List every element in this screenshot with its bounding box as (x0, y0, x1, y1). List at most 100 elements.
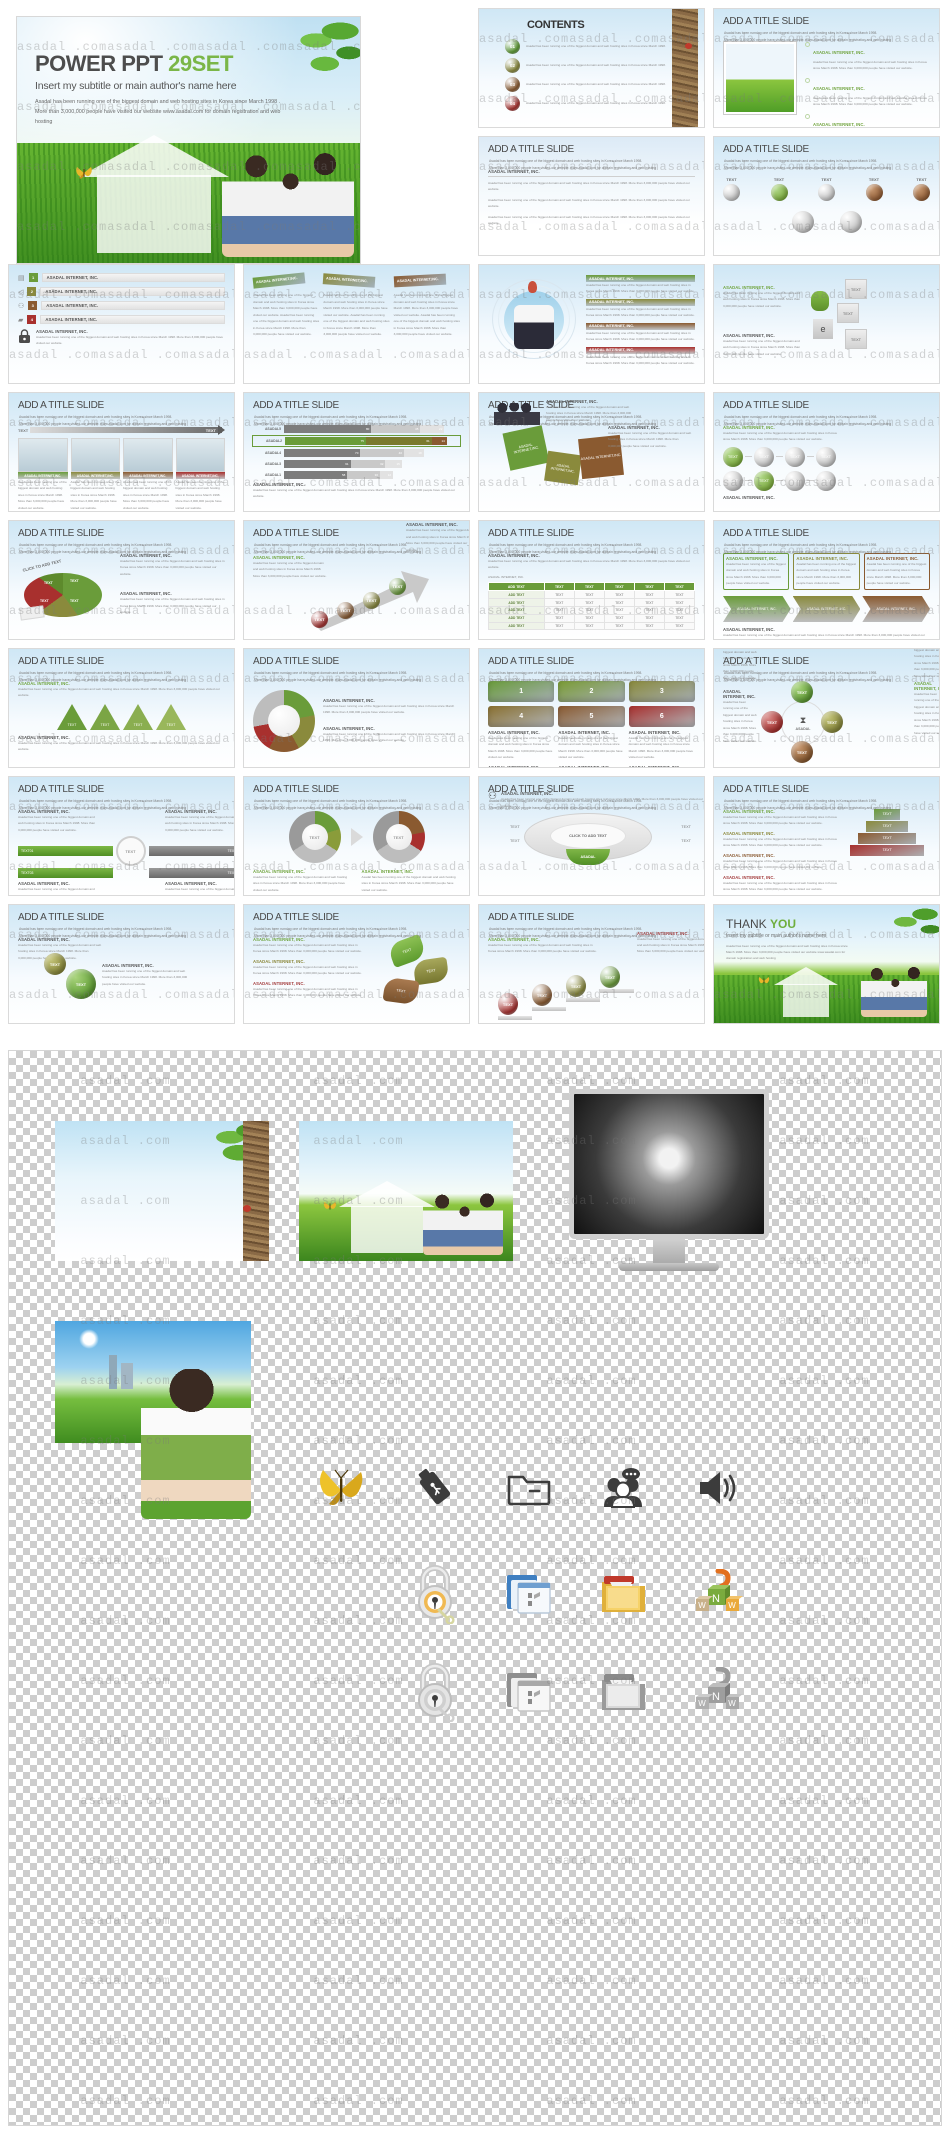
slide-data-table[interactable]: ADD A TITLE SLIDE Asadal has been runnin… (478, 520, 705, 640)
slide-bar-chart[interactable]: ADD A TITLE SLIDE Asadal has been runnin… (243, 392, 470, 512)
chevron-callout[interactable]: ASADAL INTERNET, INC. Asadal has been run… (863, 553, 930, 590)
slide-two-donuts[interactable]: ADD A TITLE SLIDE Asadal has been runnin… (243, 776, 470, 896)
gray-document-icon[interactable] (577, 1649, 669, 1735)
padlock-gray-icon[interactable] (389, 1649, 481, 1735)
number-box[interactable]: 5 (558, 706, 625, 727)
photo-card[interactable]: ASADAL INTERNET,INC. Asadal has been runn… (18, 438, 68, 511)
slide-pyramid[interactable]: ADD A TITLE SLIDE Asadal has been runnin… (713, 776, 940, 896)
slide-triangles[interactable]: ADD A TITLE SLIDE Asadal has been runnin… (8, 648, 235, 768)
butterfly-icon[interactable] (295, 1445, 387, 1531)
numbered-row[interactable]: ▤ 1 ASADAL INTERNET, INC. (18, 273, 225, 282)
slide-puzzle[interactable]: ADD A TITLE SLIDE Asadal has been runnin… (478, 392, 705, 512)
chain-node[interactable]: TEXT (723, 470, 743, 491)
chevron-step[interactable]: ASADAL INTERNET, INC. (792, 595, 861, 622)
bar-row[interactable]: ASADAL1 58 30 12 (253, 471, 460, 479)
photo-card[interactable]: ASADAL INTERNET,INC. Asadal has been runn… (123, 438, 173, 511)
chain-node[interactable]: TEXT (723, 446, 743, 467)
slide-image-bullets[interactable]: ADD A TITLE SLIDE Asadal has been runnin… (713, 8, 940, 128)
tilted-card[interactable]: ASADAL INTERNET,INC. Asadal has been runn… (393, 273, 460, 338)
slide-node-chain[interactable]: ADD A TITLE SLIDE Asadal has been runnin… (713, 392, 940, 512)
slide-contents[interactable]: CONTENTS 01 Asadal has been running one o… (478, 8, 705, 128)
contents-item[interactable]: 04 Asadal has been running one of the big… (505, 96, 668, 111)
slide-team-circle[interactable]: ASADAL INTERNET, INC. Asadal has been run… (478, 264, 705, 384)
colored-label-item[interactable]: ASADAL INTERNET, INC. Asadal has been run… (586, 322, 695, 343)
numbered-row[interactable]: ⚇ 3 ASADAL INTERNET, INC. (18, 301, 225, 310)
house-family-background-image[interactable] (299, 1121, 513, 1261)
slide-staircase[interactable]: ADD A TITLE SLIDE Asadal has been runnin… (478, 904, 705, 1024)
contents-item[interactable]: 02 Asadal has been running one of the big… (505, 58, 668, 73)
triangle-item[interactable]: TEXT (57, 703, 87, 730)
padlock-color-icon[interactable] (389, 1551, 481, 1637)
slide-numbered-rows[interactable]: ▤ 1 ASADAL INTERNET, INC. ◁ 2 ASADAL INTERNET… (8, 264, 235, 384)
usb-drive-icon[interactable] (389, 1445, 481, 1531)
chain-node[interactable]: TEXT (754, 446, 774, 467)
table-row[interactable]: ADD TEXT TEXT TEXT TEXT TEXT TEXT (488, 598, 696, 608)
pyramid-level[interactable]: TEXT (850, 845, 924, 856)
stair-step[interactable]: TEXT (566, 975, 600, 1002)
slide-gears[interactable]: ADD A TITLE SLIDE Asadal has been runnin… (8, 904, 235, 1024)
table-row[interactable]: ADD TEXT TEXT TEXT TEXT TEXT TEXT (488, 621, 696, 631)
slide-numbered-boxes[interactable]: ADD A TITLE SLIDE Asadal has been runnin… (478, 648, 705, 768)
table-row[interactable]: ADD TEXT TEXT TEXT TEXT TEXT TEXT (488, 590, 696, 600)
number-box[interactable]: 1 (488, 681, 555, 702)
triangle-item[interactable]: TEXT (123, 703, 153, 730)
network-node[interactable]: TEXT (865, 177, 883, 201)
hero-slide[interactable]: POWER PPT 29SET Insert my subtitle or ma… (8, 8, 470, 264)
chain-node[interactable]: TEXT (785, 446, 805, 467)
pyramid-level[interactable]: TEXT (874, 809, 900, 820)
table-row[interactable]: ADD TEXT TEXT TEXT TEXT TEXT TEXT (488, 613, 696, 623)
colored-label-item[interactable]: ASADAL INTERNET, INC. Asadal has been run… (586, 275, 695, 295)
gray-folder-icon[interactable] (483, 1649, 575, 1735)
chain-node[interactable]: TEXT (816, 446, 836, 467)
slide-long-text[interactable]: ADD A TITLE SLIDE Asadal has been runnin… (478, 136, 705, 256)
slide-tilted-cards[interactable]: ASADAL INTERNET,INC. Asadal has been runn… (243, 264, 470, 384)
yellow-folder-icon[interactable] (577, 1551, 669, 1637)
monitor-mockup-image[interactable] (569, 1089, 769, 1279)
triangle-item[interactable]: TEXT (90, 703, 120, 730)
speaker-icon[interactable] (671, 1445, 763, 1531)
slide-network-nodes[interactable]: ADD A TITLE SLIDE Asadal has been runnin… (713, 136, 940, 256)
step-bar[interactable]: TEXT03 (18, 868, 113, 879)
chevron-callout[interactable]: ASADAL INTERNET, INC. Asadal has been run… (793, 553, 860, 590)
chain-node[interactable]: TEXT (754, 470, 774, 491)
slide-3d-ring[interactable]: ADD A TITLE SLIDE Asadal has been runnin… (478, 776, 705, 896)
folder-icon[interactable] (483, 1445, 575, 1531)
slide-leaf-arrows[interactable]: ADD A TITLE SLIDE Asadal has been runnin… (243, 904, 470, 1024)
stair-step[interactable]: TEXT (600, 966, 634, 993)
number-box[interactable]: 6 (628, 706, 695, 727)
step-bar[interactable]: TEXT02 (148, 846, 234, 857)
number-box[interactable]: 4 (488, 706, 555, 727)
colored-label-item[interactable]: ASADAL INTERNET, INC. Asadal has been run… (586, 298, 695, 319)
data-point[interactable]: TEXT (337, 601, 354, 619)
node-circle[interactable] (839, 211, 862, 233)
chevron-step[interactable]: ASADAL INTERNET, INC. (862, 595, 931, 622)
triangle-item[interactable]: TEXT (156, 703, 186, 730)
slide-photo-cards[interactable]: ADD A TITLE SLIDE Asadal has been runnin… (8, 392, 235, 512)
pyramid-level[interactable]: TEXT (866, 821, 908, 832)
chain-node[interactable]: TEXT (816, 470, 836, 491)
slide-circular-arrows[interactable]: ADD A TITLE SLIDE Asadal has been runnin… (8, 776, 235, 896)
girl-reading-image[interactable] (141, 1369, 251, 1519)
number-box[interactable]: 2 (558, 681, 625, 702)
chevron-callout[interactable]: ASADAL INTERNET, INC. Asadal has been run… (723, 553, 790, 590)
numbered-row[interactable]: ▰ 4 ASADAL INTERNET, INC. (18, 315, 225, 324)
slide-mouse-diagram[interactable]: ASADAL INTERNET, INC. Asadal has been ru… (713, 264, 940, 384)
slide-line-chart[interactable]: ADD A TITLE SLIDE Asadal has been runnin… (243, 520, 470, 640)
list-item[interactable]: ASADAL INTERNET, INC. Asadal has been run… (805, 77, 930, 108)
network-node[interactable]: TEXT (723, 177, 740, 201)
colored-label-item[interactable]: ASADAL INTERNET, INC. Asadal has been run… (586, 346, 695, 367)
network-node[interactable]: TEXT (770, 177, 788, 201)
bar-row[interactable]: ASADAL2 75 61 14 (252, 435, 461, 447)
tilted-card[interactable]: ASADAL INTERNET,INC. Asadal has been runn… (322, 273, 390, 338)
photo-card[interactable]: ASADAL INTERNET,INC. Asadal has been runn… (175, 438, 225, 511)
chain-node[interactable]: TEXT (785, 470, 805, 491)
step-bar[interactable]: TEXT01 (18, 846, 113, 857)
network-node[interactable]: TEXT (818, 177, 835, 201)
www-question-gray-icon[interactable]: N W W (671, 1649, 763, 1735)
contents-item[interactable]: 01 Asadal has been running one of the big… (505, 39, 668, 54)
tree-background-image[interactable] (55, 1121, 269, 1261)
data-point[interactable]: TEXT (363, 591, 380, 609)
slide-half-donut[interactable]: ADD A TITLE SLIDE Asadal has been runnin… (243, 648, 470, 768)
chevron-step[interactable]: ASADAL INTERNET, INC. (723, 595, 791, 622)
bar-row[interactable]: ASADAL3 61 32 15 (253, 460, 460, 468)
